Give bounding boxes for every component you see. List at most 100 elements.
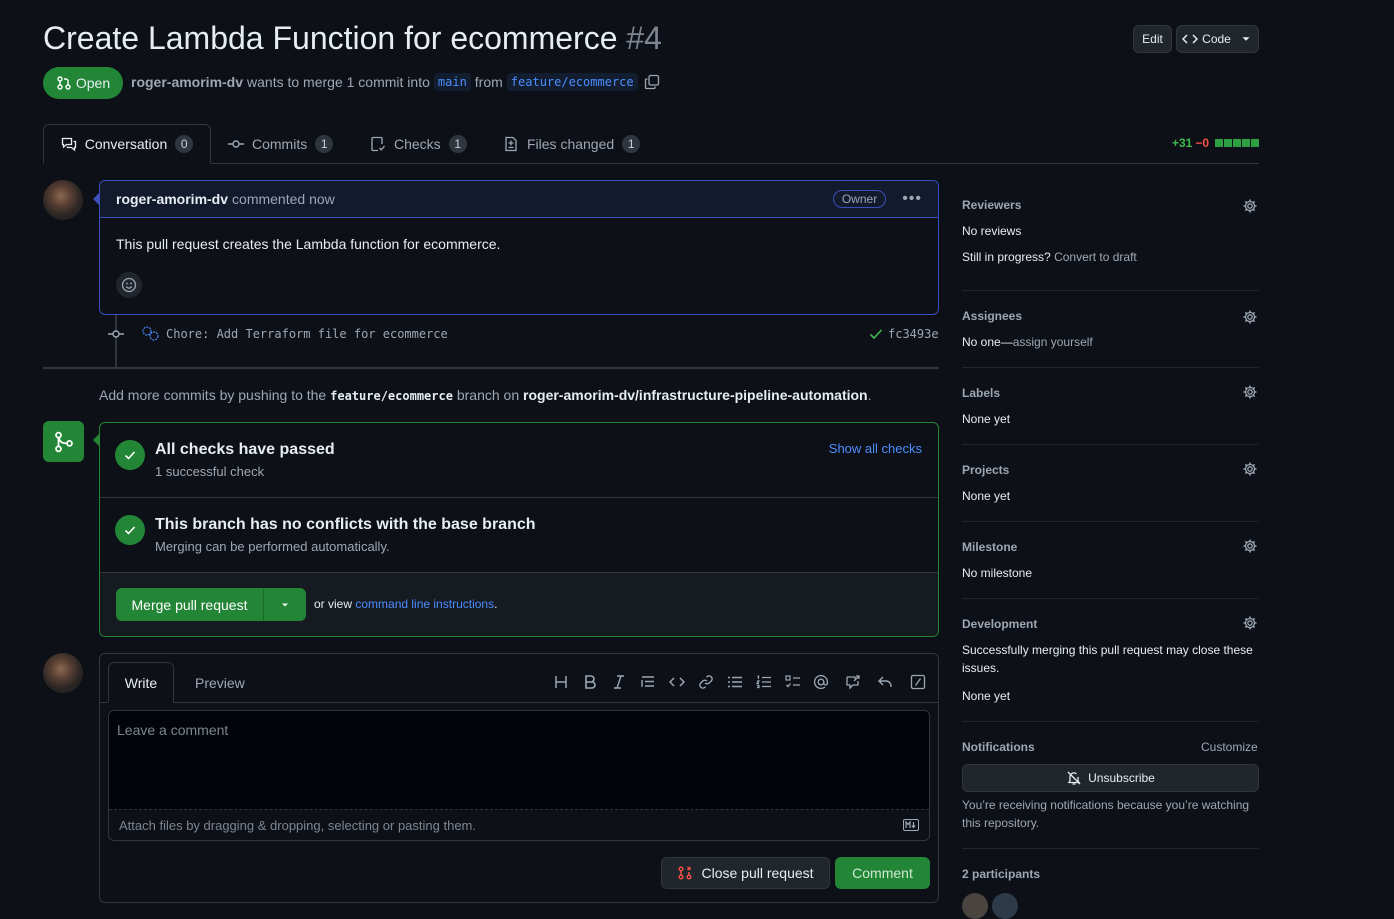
pr-title: Create Lambda Function for ecommerce	[43, 20, 618, 56]
copy-icon[interactable]	[644, 74, 660, 90]
tab-write[interactable]: Write	[108, 662, 174, 703]
merge-status-icon	[43, 421, 84, 462]
comment-time[interactable]: commented now	[232, 191, 335, 207]
comment-author[interactable]: roger-amorim-dv	[116, 191, 228, 207]
code-icon[interactable]	[669, 674, 685, 690]
commit-sha[interactable]: fc3493e	[888, 327, 939, 341]
conflicts-title: This branch has no conflicts with the ba…	[155, 516, 536, 533]
edit-button[interactable]: Edit	[1133, 25, 1172, 53]
bold-icon[interactable]	[582, 674, 598, 690]
comment-pointer	[93, 193, 99, 205]
assignees-value: No one—assign yourself	[962, 335, 1093, 349]
merge-button-group: Merge pull request	[116, 588, 306, 621]
milestone-heading[interactable]: Milestone	[962, 540, 1017, 554]
git-commit-icon	[228, 140, 244, 148]
commit-message[interactable]: Chore: Add Terraform file for ecommerce	[166, 327, 448, 341]
heading-icon[interactable]	[553, 674, 569, 690]
timeline-divider	[43, 367, 939, 369]
avatar[interactable]	[43, 180, 83, 220]
gear-icon[interactable]	[1242, 461, 1258, 477]
tab-preview[interactable]: Preview	[195, 675, 245, 691]
diffstat: +31 −0	[1172, 136, 1260, 150]
markdown-icon[interactable]	[903, 819, 919, 831]
pull-request-icon	[57, 76, 71, 90]
add-reaction-button[interactable]	[116, 272, 142, 298]
reply-icon[interactable]	[877, 674, 893, 690]
labels-heading[interactable]: Labels	[962, 386, 1000, 400]
mention-icon[interactable]	[813, 674, 829, 690]
checks-title: All checks have passed	[155, 441, 335, 458]
divider	[962, 848, 1259, 849]
gear-icon[interactable]	[1242, 198, 1258, 214]
push-hint: Add more commits by pushing to the featu…	[99, 387, 872, 403]
gear-icon[interactable]	[1242, 309, 1258, 325]
comment-textarea[interactable]: Leave a comment	[109, 711, 929, 810]
assign-yourself-link[interactable]: assign yourself	[1013, 335, 1093, 349]
gear-icon[interactable]	[1242, 538, 1258, 554]
composer-header-line	[100, 702, 938, 703]
code-button[interactable]: Code	[1176, 25, 1259, 53]
merge-method-dropdown[interactable]	[264, 588, 306, 621]
command-line-link[interactable]: command line instructions	[355, 597, 494, 611]
development-heading[interactable]: Development	[962, 617, 1037, 631]
quote-icon[interactable]	[640, 674, 656, 690]
repo-link[interactable]: roger-amorim-dv/infrastructure-pipeline-…	[523, 387, 868, 403]
reviewers-heading[interactable]: Reviewers	[962, 198, 1021, 212]
draft-hint: Still in progress? Convert to draft	[962, 250, 1137, 264]
git-pull-request-closed-icon	[678, 866, 692, 880]
notifications-heading: Notifications	[962, 740, 1035, 754]
base-branch[interactable]: main	[433, 73, 471, 91]
push-branch: feature/ecommerce	[330, 389, 453, 403]
link-icon[interactable]	[698, 674, 714, 690]
kebab-menu-icon[interactable]: •••	[902, 190, 922, 208]
task-list-icon[interactable]	[785, 674, 801, 690]
projects-value: None yet	[962, 489, 1011, 503]
check-icon[interactable]	[868, 326, 884, 342]
page-title: Create Lambda Function for ecommerce #4	[43, 20, 662, 57]
chevron-down-icon	[1242, 37, 1250, 41]
cross-reference-icon[interactable]	[845, 674, 861, 690]
comment-body: This pull request creates the Lambda fun…	[116, 236, 501, 252]
comment-box: roger-amorim-dv commented now Owner ••• …	[99, 180, 939, 315]
development-desc-2: issues.	[962, 661, 1000, 675]
divider	[962, 721, 1259, 722]
tab-checks[interactable]: Checks 1	[370, 124, 467, 164]
unordered-list-icon[interactable]	[727, 674, 743, 690]
author-link[interactable]: roger-amorim-dv	[131, 74, 243, 90]
tab-commits[interactable]: Commits 1	[228, 124, 334, 164]
customize-link[interactable]: Customize	[1201, 740, 1258, 754]
divider	[962, 444, 1259, 445]
slash-commands-icon[interactable]	[910, 674, 926, 690]
close-pull-request-button[interactable]: Close pull request	[661, 857, 830, 889]
participant-avatar[interactable]	[992, 893, 1018, 919]
head-branch[interactable]: feature/ecommerce	[506, 73, 638, 91]
merge-actions: Merge pull request or view command line …	[100, 573, 938, 636]
unsubscribe-button[interactable]: Unsubscribe	[962, 764, 1259, 792]
projects-heading[interactable]: Projects	[962, 463, 1009, 477]
notifications-reason-1: You’re receiving notifications because y…	[962, 798, 1250, 812]
smiley-icon	[121, 277, 137, 293]
comment-placeholder: Leave a comment	[117, 722, 229, 738]
merge-pull-request-button[interactable]: Merge pull request	[116, 588, 264, 621]
divider	[962, 290, 1259, 291]
gear-icon[interactable]	[1242, 384, 1258, 400]
avatar[interactable]	[43, 653, 83, 693]
status-badge: Open	[43, 67, 123, 99]
code-icon	[1182, 34, 1199, 44]
tab-bar-underline	[43, 163, 1259, 164]
italic-icon[interactable]	[611, 674, 627, 690]
participant-avatar[interactable]	[962, 893, 988, 919]
attach-files-hint[interactable]: Attach files by dragging & dropping, sel…	[119, 818, 476, 833]
gear-icon[interactable]	[1242, 615, 1258, 631]
tab-files-changed[interactable]: Files changed 1	[503, 124, 641, 164]
convert-to-draft-link[interactable]: Convert to draft	[1054, 250, 1137, 264]
comment-submit-button[interactable]: Comment	[835, 857, 930, 889]
assignees-heading[interactable]: Assignees	[962, 309, 1022, 323]
development-desc-1: Successfully merging this pull request m…	[962, 643, 1253, 657]
divider	[962, 521, 1259, 522]
ordered-list-icon[interactable]	[756, 674, 772, 690]
show-all-checks-link[interactable]: Show all checks	[829, 441, 922, 456]
commit-author-avatars-icon[interactable]	[141, 325, 161, 343]
check-circle-icon	[115, 515, 145, 545]
tab-conversation[interactable]: Conversation 0	[43, 124, 211, 164]
